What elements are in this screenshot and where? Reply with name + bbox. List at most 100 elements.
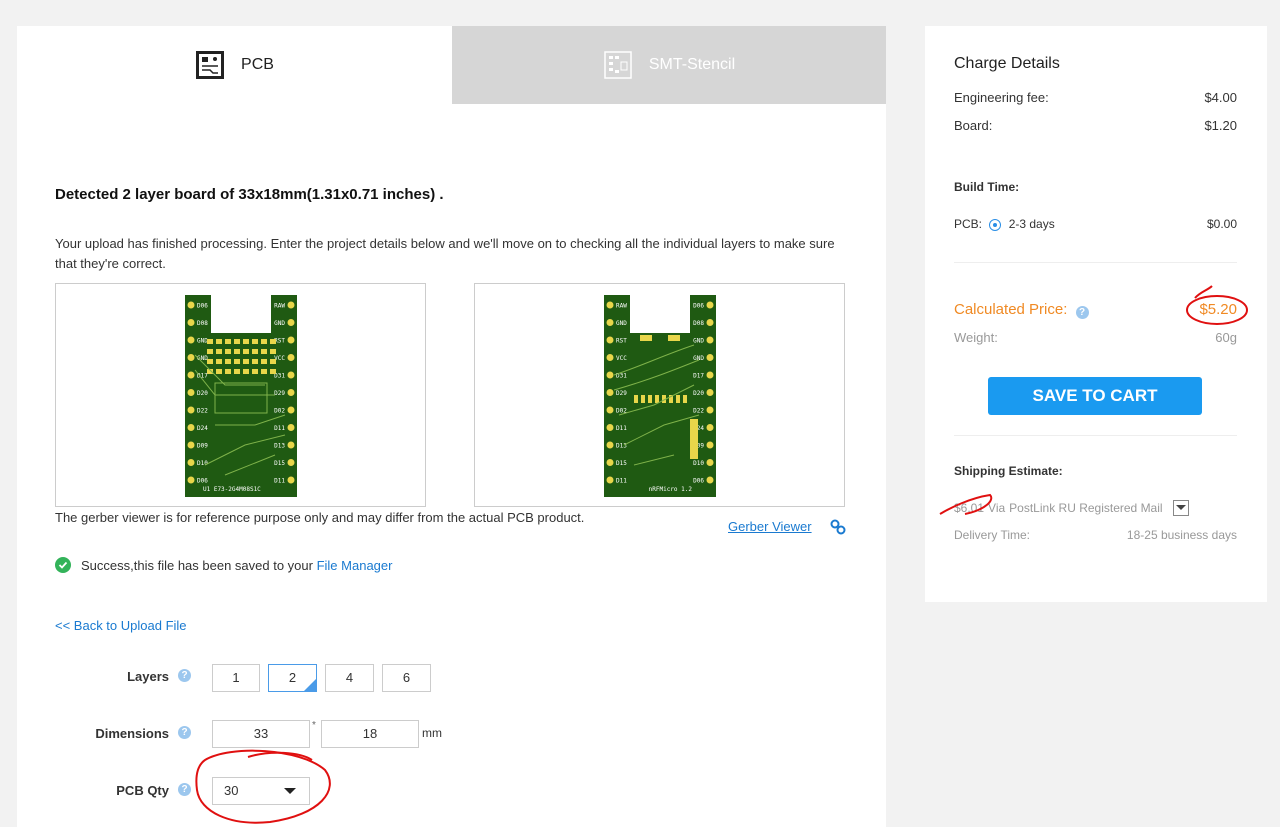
build-option-label[interactable]: 2-3 days	[1009, 217, 1055, 231]
pcb-qty-select[interactable]: 30	[212, 777, 310, 805]
back-to-upload-link[interactable]: << Back to Upload File	[55, 618, 187, 633]
layer-option-4[interactable]: 4	[325, 664, 374, 692]
pcb-pin-label: D22	[693, 408, 704, 415]
pcb-silkscreen-label: nRFMicro 1.2	[649, 486, 693, 493]
layer-option-2-label: 2	[288, 670, 297, 685]
pcb-smd-pad	[207, 339, 213, 344]
build-pcb-value: $0.00	[1206, 217, 1237, 231]
layers-help-icon[interactable]: ?	[178, 669, 191, 682]
delivery-label: Delivery Time:	[954, 528, 1031, 542]
pcb-smd-pad	[261, 359, 267, 364]
pcb-pad	[606, 406, 614, 414]
delivery-row: Delivery Time: 18-25 business days	[954, 528, 1237, 542]
pcb-smd-pad	[261, 369, 267, 374]
pcb-pin-label: D02	[274, 408, 285, 415]
link-icon[interactable]	[829, 518, 847, 536]
board-label: Board:	[954, 118, 993, 133]
pcb-pin-label: D10	[693, 460, 704, 467]
shipping-method-dropdown-icon[interactable]	[1172, 500, 1189, 516]
pcb-pin-label: D13	[616, 443, 627, 450]
divider	[954, 435, 1237, 436]
pcb-pin-label: GND	[693, 338, 704, 345]
pcb-smd-pad	[243, 359, 249, 364]
shipping-method: PostLink RU Registered Mail	[1009, 501, 1163, 515]
price-help-icon[interactable]: ?	[1075, 306, 1089, 319]
pcb-pad	[187, 389, 195, 396]
layer-option-2[interactable]: 2	[268, 664, 317, 692]
dimensions-help-icon[interactable]: ?	[178, 726, 191, 739]
build-time-label: Build Time:	[954, 180, 1020, 194]
dimension-y-input[interactable]: 18	[321, 720, 419, 748]
success-message: Success,this file has been saved to your…	[55, 557, 392, 573]
file-manager-link[interactable]: File Manager	[317, 558, 393, 573]
stencil-icon	[604, 51, 632, 79]
pcb-smd-pad	[634, 395, 638, 403]
pcb-pin-label: D06	[693, 303, 704, 310]
tab-pcb-label: PCB	[241, 56, 274, 73]
pcb-pin-label: D11	[616, 478, 627, 485]
pcb-pad	[287, 301, 295, 309]
board-value: $1.20	[1204, 118, 1237, 133]
pcb-pin-label: GND	[197, 338, 208, 345]
pcb-pad	[706, 336, 714, 344]
calculated-price-label: Calculated Price: ?	[954, 301, 1089, 319]
pcb-smd-pad	[648, 395, 652, 403]
delivery-value: 18-25 business days	[1126, 528, 1237, 542]
pcb-pad	[606, 459, 614, 466]
tab-pcb[interactable]: PCB	[17, 26, 452, 104]
pcb-smd-pad	[270, 339, 276, 344]
build-radio-icon[interactable]	[989, 218, 1002, 231]
layer-option-6[interactable]: 6	[382, 664, 431, 692]
shipping-via: Via	[988, 501, 1006, 515]
pcb-bottom-image: RAW D06GND D08RST GNDVCC GNDD31 D17D29 D20D02 D…	[604, 295, 716, 497]
pcb-pad	[706, 441, 714, 449]
pcb-smd-pad	[668, 335, 680, 341]
pcb-pad	[606, 354, 614, 361]
pcb-pad	[706, 354, 714, 361]
pcb-smd-pad	[234, 339, 240, 344]
build-pcb-label: PCB:	[954, 217, 983, 231]
dimension-x-input[interactable]: 33	[212, 720, 310, 748]
pcb-pad	[187, 336, 195, 344]
pcb-pin-label: D20	[197, 390, 208, 397]
tab-smt-stencil[interactable]: SMT-Stencil	[452, 26, 886, 104]
pcb-pad	[187, 354, 195, 361]
pcb-pad	[187, 371, 195, 379]
tab-bar: PCB SMT-Stencil	[17, 26, 886, 104]
gerber-preview-bottom: RAW D06 GND D08 RST GND VCC GND D31 D17 D29 D20 D02 D…	[474, 283, 845, 507]
pcb-pad	[606, 424, 614, 431]
pcb-pad	[287, 354, 295, 361]
pcb-pin-label: GND	[274, 320, 285, 327]
pcb-pad	[287, 406, 295, 414]
calculated-price-value: $5.20	[1199, 301, 1237, 318]
pcb-pad	[706, 389, 714, 396]
pcb-pad	[187, 476, 195, 484]
pcb-pin-label: D29	[274, 390, 285, 397]
pcb-pad	[187, 406, 195, 414]
pcb-pad	[287, 441, 295, 449]
pcb-pin-label: D24	[197, 425, 208, 432]
pcb-pad	[287, 389, 295, 396]
pcb-smd-pad	[270, 349, 276, 354]
pcb-pin-label: D09	[197, 443, 208, 450]
pcb-pin-label: RST	[616, 338, 627, 345]
pcb-smd-pad	[234, 349, 240, 354]
pcb-pad	[606, 319, 614, 326]
pcb-pad	[706, 301, 714, 309]
divider	[954, 262, 1237, 263]
pcb-pad	[187, 459, 195, 466]
pcb-smd-pad	[234, 359, 240, 364]
pcb-pin-label: D11	[274, 425, 285, 432]
save-to-cart-button[interactable]: SAVE TO CART	[988, 377, 1202, 415]
qty-help-icon[interactable]: ?	[178, 783, 191, 796]
gerber-viewer-link[interactable]: Gerber Viewer	[728, 519, 812, 534]
shipping-price: $6.01	[954, 501, 985, 515]
layer-option-1[interactable]: 1	[212, 664, 260, 692]
pcb-smd-pad	[225, 349, 231, 354]
weight-label: Weight:	[954, 330, 998, 345]
pcb-pin-label: D17	[197, 373, 208, 380]
charge-details-title: Charge Details	[954, 55, 1060, 72]
pcb-pin-label: D29	[616, 390, 627, 397]
pcb-smd-pad	[252, 339, 258, 344]
pcb-pin-label: RAW	[274, 303, 285, 310]
